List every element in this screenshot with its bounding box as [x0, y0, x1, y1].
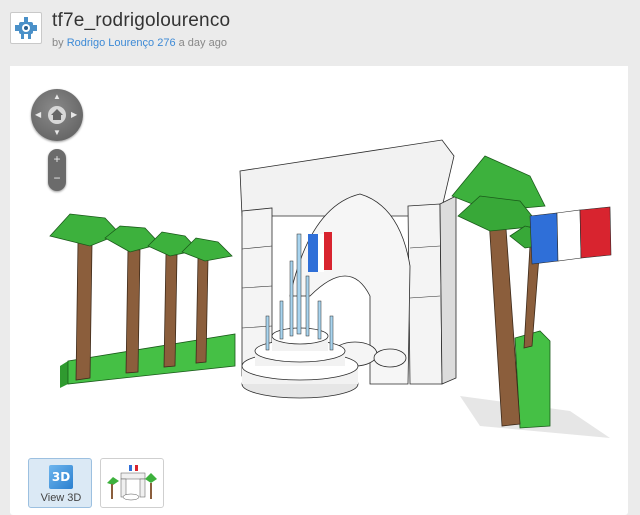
pan-right-icon[interactable]: ▶: [71, 111, 77, 119]
author-avatar[interactable]: [10, 12, 42, 44]
zoom-out-button[interactable]: −: [48, 171, 66, 185]
pan-up-icon[interactable]: ▲: [53, 93, 61, 101]
pan-left-icon[interactable]: ◀: [35, 111, 41, 119]
3d-cube-icon: 3D: [49, 465, 73, 489]
big-flag: [529, 206, 612, 265]
design-header: tf7e_rodrigolourenco by Rodrigo Lourenço…: [0, 0, 640, 64]
rock: [373, 348, 407, 368]
author-score[interactable]: 276: [157, 37, 175, 49]
left-hedge-side: [60, 361, 68, 388]
byline: by Rodrigo Lourenço 276 a day ago: [52, 37, 227, 49]
small-flag: [308, 232, 332, 272]
view-3d-label: View 3D: [40, 492, 82, 504]
byline-prefix: by: [52, 37, 64, 49]
navigation-pad-icon[interactable]: ▲ ▼ ◀ ▶: [31, 89, 83, 141]
time-ago: a day ago: [178, 37, 227, 49]
home-icon[interactable]: [48, 106, 66, 124]
design-title: tf7e_rodrigolourenco: [52, 10, 231, 31]
3d-scene[interactable]: [10, 66, 628, 450]
view-3d-thumbnail[interactable]: 3D View 3D: [28, 458, 92, 508]
zoom-control: + −: [48, 149, 66, 191]
3d-viewer[interactable]: ▲ ▼ ◀ ▶ + −: [10, 66, 628, 450]
design-card: ▲ ▼ ◀ ▶ + − 3D View 3D: [10, 66, 628, 515]
design-image-thumbnail[interactable]: [100, 458, 164, 508]
scene-preview-icon: [107, 465, 157, 501]
zoom-in-button[interactable]: +: [48, 152, 66, 166]
robot-avatar-icon: [15, 17, 37, 39]
left-hedge: [67, 333, 236, 385]
right-hedge: [514, 330, 551, 429]
pan-down-icon[interactable]: ▼: [53, 129, 61, 137]
author-link[interactable]: Rodrigo Lourenço: [67, 37, 154, 49]
